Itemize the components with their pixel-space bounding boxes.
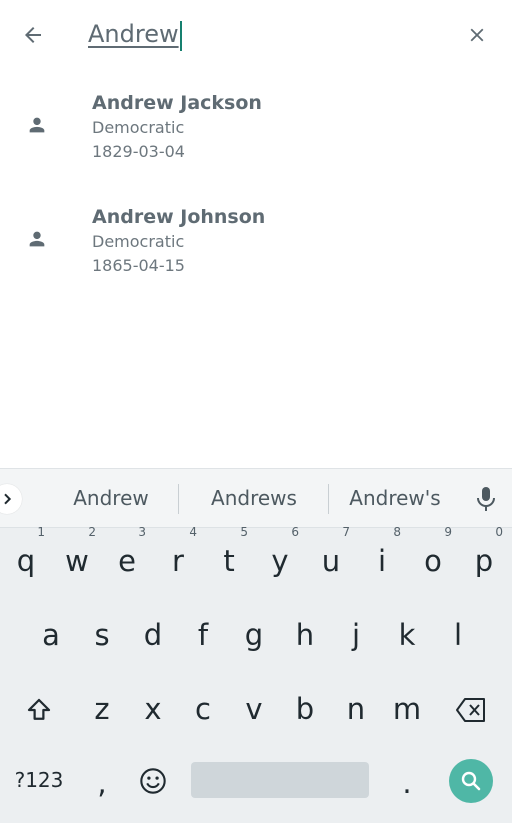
suggestion-3[interactable]: Andrew's — [336, 469, 454, 527]
shift-icon — [27, 698, 51, 720]
person-icon — [29, 231, 45, 247]
key-v[interactable]: v — [229, 679, 279, 739]
key-label: w — [65, 544, 89, 578]
key-row-2: a s d f g h j k l — [0, 605, 512, 679]
key-e[interactable]: e3 — [102, 525, 152, 591]
key-s[interactable]: s — [77, 605, 127, 665]
key-a[interactable]: a — [26, 605, 76, 665]
search-icon — [461, 771, 481, 791]
key-f[interactable]: f — [178, 605, 228, 665]
back-button[interactable] — [14, 16, 52, 54]
result-party: Democratic — [92, 118, 185, 137]
key-hint: 0 — [495, 525, 503, 539]
key-i[interactable]: i8 — [357, 525, 407, 591]
suggestion-1[interactable]: Andrew — [52, 469, 170, 527]
key-row-1: q1 w2 e3 r4 t5 y6 u7 i8 o9 p0 — [0, 525, 512, 605]
screen: Andrew Andrew Jackson Democratic 1829-03… — [0, 0, 512, 823]
key-p[interactable]: p0 — [459, 525, 509, 591]
emoji-icon — [140, 768, 166, 794]
key-hint: 1 — [37, 525, 45, 539]
key-hint: 4 — [189, 525, 197, 539]
backspace-icon — [456, 698, 485, 722]
search-query-text: Andrew — [88, 20, 179, 48]
key-z[interactable]: z — [77, 679, 127, 739]
key-label: i — [377, 544, 387, 578]
results-list: Andrew Jackson Democratic 1829-03-04 And… — [0, 86, 512, 314]
key-u[interactable]: u7 — [306, 525, 356, 591]
backspace-key[interactable] — [446, 685, 496, 735]
key-label: t — [223, 544, 235, 578]
key-x[interactable]: x — [128, 679, 178, 739]
key-label: o — [424, 544, 442, 578]
close-icon — [470, 28, 484, 42]
search-action-key[interactable] — [449, 759, 493, 803]
result-text: Andrew Johnson Democratic 1865-04-15 — [92, 204, 265, 278]
result-name: Andrew Jackson — [92, 92, 262, 114]
key-y[interactable]: y6 — [255, 525, 305, 591]
key-hint: 8 — [393, 525, 401, 539]
key-h[interactable]: h — [280, 605, 330, 665]
shift-key[interactable] — [14, 685, 64, 735]
key-hint: 7 — [342, 525, 350, 539]
result-party: Democratic — [92, 232, 185, 251]
key-j[interactable]: j — [331, 605, 381, 665]
expand-toolbar-button[interactable] — [0, 484, 22, 514]
key-label: p — [474, 544, 494, 578]
list-item[interactable]: Andrew Johnson Democratic 1865-04-15 — [0, 200, 512, 314]
suggestion-divider — [178, 484, 179, 514]
suggestion-2[interactable]: Andrews — [188, 469, 320, 527]
key-hint: 3 — [138, 525, 146, 539]
key-label: e — [118, 544, 136, 578]
symbols-key[interactable]: ?123 — [13, 750, 65, 810]
result-name: Andrew Johnson — [92, 206, 266, 228]
key-label: r — [172, 544, 184, 578]
key-row-3: z x c v b n m — [0, 679, 512, 753]
key-l[interactable]: l — [433, 605, 483, 665]
search-input[interactable]: Andrew — [88, 14, 182, 54]
arrow-back-icon — [25, 27, 41, 43]
key-c[interactable]: c — [178, 679, 228, 739]
suggestion-strip: Andrew Andrews Andrew's — [0, 468, 512, 528]
key-n[interactable]: n — [331, 679, 381, 739]
key-b[interactable]: b — [280, 679, 330, 739]
result-text: Andrew Jackson Democratic 1829-03-04 — [92, 90, 262, 164]
key-m[interactable]: m — [382, 679, 432, 739]
period-key[interactable]: . — [382, 753, 432, 813]
key-hint: 9 — [444, 525, 452, 539]
key-t[interactable]: t5 — [204, 525, 254, 591]
microphone-icon[interactable] — [474, 485, 498, 513]
key-label: y — [271, 544, 289, 578]
search-bar: Andrew — [0, 0, 512, 70]
result-date: 1865-04-15 — [92, 256, 185, 275]
key-label: u — [321, 544, 341, 578]
key-o[interactable]: o9 — [408, 525, 458, 591]
text-caret — [179, 20, 182, 51]
key-r[interactable]: r4 — [153, 525, 203, 591]
suggestion-divider — [328, 484, 329, 514]
emoji-key[interactable] — [128, 756, 178, 806]
list-item[interactable]: Andrew Jackson Democratic 1829-03-04 — [0, 86, 512, 200]
chevron-right-icon — [4, 493, 12, 505]
key-hint: 5 — [240, 525, 248, 539]
key-label: q — [16, 544, 36, 578]
key-q[interactable]: q1 — [1, 525, 51, 591]
comma-key[interactable]: , — [77, 753, 127, 813]
key-d[interactable]: d — [128, 605, 178, 665]
key-w[interactable]: w2 — [52, 525, 102, 591]
key-hint: 2 — [88, 525, 96, 539]
clear-search-button[interactable] — [458, 16, 496, 54]
key-k[interactable]: k — [382, 605, 432, 665]
space-key[interactable] — [191, 762, 369, 798]
key-hint: 6 — [291, 525, 299, 539]
key-g[interactable]: g — [229, 605, 279, 665]
person-icon — [29, 117, 45, 133]
result-date: 1829-03-04 — [92, 142, 185, 161]
